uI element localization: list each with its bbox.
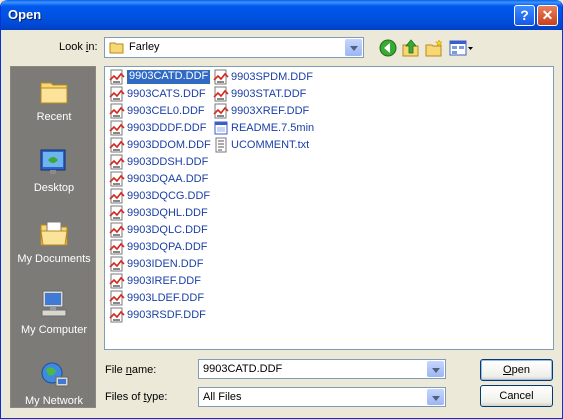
place-my-network[interactable]: My Network [11, 355, 95, 407]
file-name-value: 9903CATD.DDF [203, 363, 283, 375]
ddf-file-icon [109, 69, 125, 85]
ddf-file-icon [109, 239, 125, 255]
ddf-file-icon [109, 103, 125, 119]
open-button[interactable]: Open [480, 359, 553, 381]
file-name: 9903DQLC.DDF [127, 224, 208, 236]
place-desktop[interactable]: Desktop [11, 142, 95, 210]
file-name: 9903DQCG.DDF [127, 190, 211, 202]
file-name: 9903DQAA.DDF [127, 173, 209, 185]
places-bar: Recent Desktop My Documents My Computer … [10, 66, 96, 408]
file-name-input[interactable]: 9903CATD.DDF [198, 359, 446, 379]
ddf-file-icon [109, 171, 125, 187]
place-recent[interactable]: Recent [11, 71, 95, 139]
look-in-label: Look in: [59, 41, 98, 53]
title-bar[interactable]: Open ? ✕ [1, 0, 562, 30]
file-name: 9903STAT.DDF [231, 88, 307, 100]
file-name: 9903DQPA.DDF [127, 241, 208, 253]
my-documents-icon [40, 221, 68, 246]
text-file-icon [215, 137, 227, 153]
app-file-icon [214, 121, 228, 135]
place-my-documents[interactable]: My Documents [11, 213, 95, 281]
file-name: 9903CATS.DDF [127, 88, 206, 100]
my-computer-icon [41, 290, 67, 317]
cancel-button[interactable]: Cancel [480, 385, 553, 407]
place-my-computer[interactable]: My Computer [11, 284, 95, 352]
ddf-file-icon [109, 290, 125, 306]
window-title: Open [8, 7, 42, 22]
file-list[interactable]: 9903CATD.DDF 9903CATS.DDF 9903CEL0.DDF 9903… [104, 66, 554, 350]
file-type-label: Files of type: [105, 391, 168, 403]
file-type-select[interactable]: All Files [198, 387, 446, 407]
ddf-file-icon [213, 86, 229, 102]
file-name-label: File name: [105, 364, 157, 376]
file-name: UCOMMENT.txt [231, 139, 310, 151]
file-name: 9903IDEN.DDF [127, 258, 204, 270]
ddf-file-icon [109, 137, 125, 153]
ddf-file-icon [109, 120, 125, 136]
desktop-icon [40, 149, 66, 174]
file-name: 9903LDEF.DDF [127, 292, 205, 304]
file-type-value: All Files [203, 391, 242, 403]
ddf-file-icon [109, 86, 125, 102]
close-button[interactable]: ✕ [537, 5, 558, 26]
file-name: 9903CATD.DDF [125, 69, 212, 85]
file-name: 9903SPDM.DDF [231, 71, 313, 83]
ddf-file-icon [109, 188, 125, 204]
open-dialog: Open ? ✕ Look in: Farley Recent Desktop … [0, 0, 563, 419]
ddf-file-icon [109, 222, 125, 238]
file-name: 9903RSDF.DDF [127, 309, 206, 321]
chevron-down-icon[interactable] [427, 361, 444, 377]
new-folder-icon[interactable] [424, 38, 444, 58]
my-network-icon [41, 362, 69, 387]
file-name: 9903CEL0.DDF [127, 105, 205, 117]
ddf-file-icon [109, 307, 125, 323]
ddf-file-icon [213, 69, 229, 85]
ddf-file-icon [109, 273, 125, 289]
ddf-file-icon [109, 154, 125, 170]
up-folder-icon[interactable] [401, 38, 421, 58]
folder-icon [109, 42, 124, 54]
file-name: 9903XREF.DDF [231, 105, 310, 117]
ddf-file-icon [213, 103, 229, 119]
chevron-down-icon[interactable] [427, 389, 444, 405]
file-name: README.7.5min [231, 122, 315, 134]
file-name: 9903DQHL.DDF [127, 207, 208, 219]
views-menu-icon[interactable] [448, 38, 474, 58]
recent-icon [40, 82, 68, 104]
file-name: 9903DDDF.DDF [127, 122, 207, 134]
file-name: 9903DDSH.DDF [127, 156, 209, 168]
ddf-file-icon [109, 256, 125, 272]
look-in-value: Farley [129, 41, 160, 53]
look-in-dropdown[interactable]: Farley [104, 37, 364, 58]
back-icon[interactable] [378, 38, 398, 58]
chevron-down-icon[interactable] [345, 39, 362, 56]
ddf-file-icon [109, 205, 125, 221]
file-name: 9903DDOM.DDF [127, 139, 211, 151]
help-button[interactable]: ? [514, 5, 535, 26]
file-name: 9903IREF.DDF [127, 275, 201, 287]
